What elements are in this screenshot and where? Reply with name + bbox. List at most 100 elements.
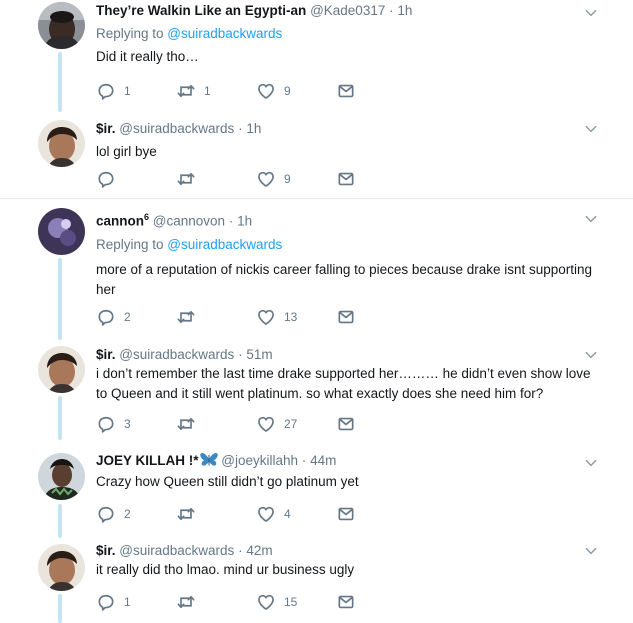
like-button[interactable]: 27 (256, 414, 297, 434)
separator-dot: · (238, 121, 243, 136)
thread-line (58, 52, 62, 112)
reply-icon (96, 414, 116, 434)
tweet[interactable]: $ir. @suiradbackwards · 42m it really di… (0, 538, 633, 623)
replying-prefix: Replying to (96, 236, 168, 252)
display-name[interactable]: $ir. (96, 347, 116, 362)
tweet-text: Crazy how Queen still didn’t go platinum… (96, 474, 359, 489)
reply-button[interactable]: 2 (96, 504, 131, 524)
replying-to: Replying to @suiradbackwards (96, 25, 593, 43)
butterfly-icon (199, 453, 218, 466)
message-button[interactable] (336, 504, 356, 524)
retweet-button[interactable] (176, 592, 204, 612)
message-button[interactable] (336, 414, 356, 434)
message-button[interactable] (336, 81, 356, 101)
user-handle[interactable]: @suiradbackwards (119, 347, 234, 362)
timestamp[interactable]: 1h (397, 3, 412, 18)
tweet-text: i don’t remember the last time drake sup… (96, 366, 591, 401)
timestamp[interactable]: 1h (246, 121, 261, 136)
retweet-button[interactable]: 1 (176, 81, 211, 101)
display-name[interactable]: JOEY KILLAH !* (96, 453, 199, 468)
reply-icon (96, 169, 116, 189)
avatar[interactable] (38, 120, 85, 167)
retweet-icon (176, 169, 196, 189)
message-icon (336, 592, 356, 612)
retweet-button[interactable] (176, 169, 204, 189)
avatar[interactable] (38, 544, 85, 591)
retweet-button[interactable] (176, 504, 204, 524)
like-button[interactable]: 13 (256, 307, 297, 327)
tweet-text: more of a reputation of nickis career fa… (96, 261, 593, 297)
retweet-icon (176, 504, 196, 524)
chevron-down-icon[interactable] (584, 122, 598, 136)
like-button[interactable]: 15 (256, 592, 297, 612)
like-button[interactable]: 4 (256, 504, 291, 524)
reply-count: 2 (124, 507, 131, 521)
message-button[interactable] (336, 592, 356, 612)
user-handle[interactable]: @Kade0317 (310, 3, 385, 18)
like-count: 9 (284, 84, 291, 98)
like-icon (256, 414, 276, 434)
reply-icon (96, 592, 116, 612)
reply-button[interactable]: 1 (96, 592, 131, 612)
display-name[interactable]: $ir. (96, 543, 116, 558)
like-count: 13 (284, 310, 298, 324)
mention-link[interactable]: @suiradbackwards (167, 237, 282, 252)
avatar[interactable] (38, 346, 85, 393)
message-icon (336, 81, 356, 101)
user-handle[interactable]: @suiradbackwards (119, 121, 234, 136)
divider (0, 198, 633, 199)
timestamp[interactable]: 51m (246, 347, 272, 362)
thread-line (58, 594, 62, 623)
chevron-down-icon[interactable] (584, 544, 598, 558)
retweet-count: 1 (204, 84, 211, 98)
reply-count: 1 (124, 595, 131, 609)
thread-line (58, 504, 62, 538)
like-icon (256, 169, 276, 189)
retweet-icon (176, 414, 196, 434)
user-handle[interactable]: @cannovon (153, 214, 225, 229)
chevron-down-icon[interactable] (584, 212, 598, 226)
chevron-down-icon[interactable] (584, 6, 598, 20)
avatar[interactable] (38, 208, 85, 255)
replying-to: Replying to @suiradbackwards (96, 236, 593, 254)
retweet-icon (176, 592, 196, 612)
chevron-down-icon[interactable] (584, 348, 598, 362)
tweet[interactable]: JOEY KILLAH !* @joeykillahh · 44m Crazy … (0, 440, 633, 538)
user-handle[interactable]: @joeykillahh (221, 453, 298, 468)
like-button[interactable]: 9 (256, 169, 291, 189)
reply-button[interactable]: 2 (96, 307, 131, 327)
reply-button[interactable]: 1 (96, 81, 131, 101)
retweet-button[interactable] (176, 414, 204, 434)
tweet[interactable]: They’re Walkin Like an Egypti-an @Kade03… (0, 0, 633, 112)
timestamp[interactable]: 44m (310, 453, 336, 468)
reply-count: 3 (124, 417, 131, 431)
tweet[interactable]: $ir. @suiradbackwards · 1h lol girl bye … (0, 112, 633, 198)
tweet[interactable]: cannon6 @cannovon · 1h Replying to @suir… (0, 206, 633, 340)
message-button[interactable] (336, 169, 356, 189)
separator-dot: · (389, 3, 394, 18)
like-button[interactable]: 9 (256, 81, 291, 101)
tweet-text: lol girl bye (96, 144, 157, 159)
tweet[interactable]: $ir. @suiradbackwards · 51m i don’t reme… (0, 340, 633, 440)
thread-line (58, 258, 62, 340)
mention-link[interactable]: @suiradbackwards (167, 26, 282, 41)
chevron-down-icon[interactable] (584, 456, 598, 470)
user-handle[interactable]: @suiradbackwards (119, 543, 234, 558)
timestamp[interactable]: 1h (237, 214, 252, 229)
retweet-button[interactable] (176, 307, 204, 327)
like-icon (256, 592, 276, 612)
display-name[interactable]: $ir. (96, 121, 116, 136)
separator-dot: · (301, 453, 307, 468)
avatar[interactable] (38, 453, 85, 500)
avatar[interactable] (38, 2, 85, 49)
retweet-icon (176, 307, 196, 327)
message-button[interactable] (336, 307, 356, 327)
like-count: 4 (284, 507, 291, 521)
reply-button[interactable] (96, 169, 124, 189)
timestamp[interactable]: 42m (246, 543, 272, 558)
message-icon (336, 169, 356, 189)
display-name[interactable]: cannon (96, 214, 144, 229)
like-icon (256, 81, 276, 101)
display-name[interactable]: They’re Walkin Like an Egypti-an (96, 3, 306, 18)
reply-button[interactable]: 3 (96, 414, 131, 434)
